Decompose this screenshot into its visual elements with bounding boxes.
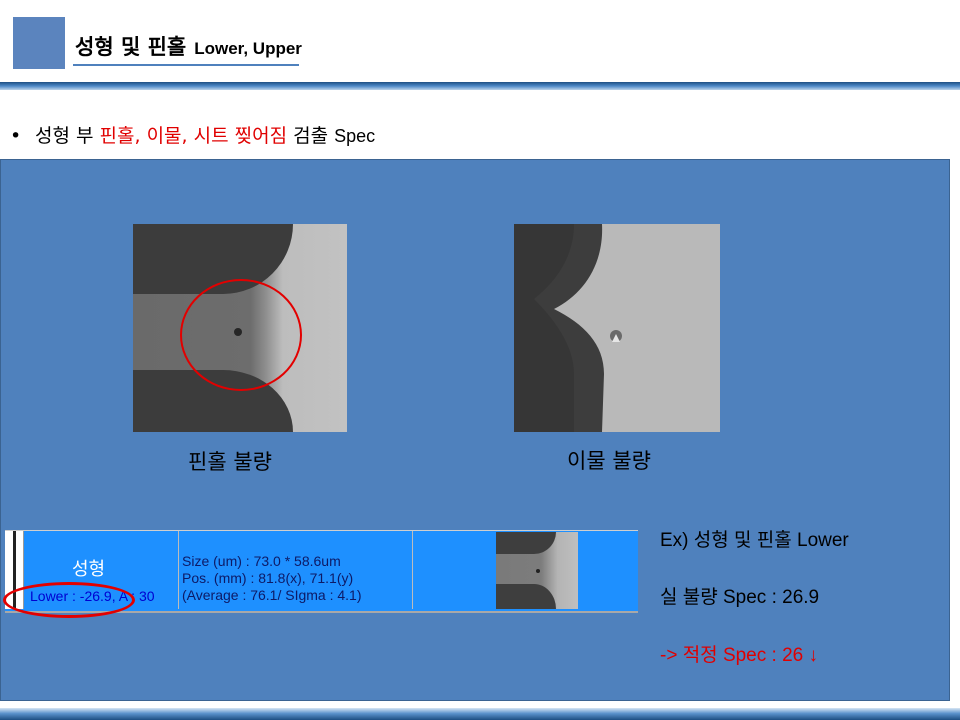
- title-subtitle: Lower, Upper: [194, 39, 302, 58]
- example-note: Ex) 성형 및 핀홀 Lower: [660, 530, 849, 551]
- bullet-text-2: 검출: [287, 125, 335, 147]
- result-info-cell: Size (um) : 73.0 * 58.6um Pos. (mm) : 81…: [178, 531, 413, 609]
- bullet-text-1: 성형 부: [35, 125, 100, 147]
- bullet-line: • 성형 부 핀홀, 이물, 시트 찢어짐 검출 Spec: [10, 121, 375, 148]
- page-title: 성형 및 핀홀 Lower, Upper: [75, 31, 302, 61]
- defect-highlight-circle: [180, 279, 302, 391]
- foreign-matter-caption: 이물 불량: [567, 449, 651, 473]
- pinhole-caption: 핀홀 불량: [188, 450, 272, 474]
- bullet-highlight: 핀홀, 이물, 시트 찢어짐: [99, 125, 288, 147]
- title-accent-square: [13, 17, 65, 69]
- result-thumbnail: [496, 532, 578, 609]
- bullet-dot-icon: •: [10, 125, 22, 147]
- title-main: 성형 및 핀홀: [75, 35, 187, 59]
- pinhole-defect-image: [133, 224, 347, 432]
- title-underline: [73, 64, 299, 66]
- result-size: Size (um) : 73.0 * 58.6um: [182, 553, 341, 569]
- bullet-text-3: Spec: [334, 126, 376, 146]
- proper-spec-note: -> 적정 Spec : 26 ↓: [660, 645, 818, 666]
- result-average: (Average : 76.1/ SIgma : 4.1): [182, 587, 362, 603]
- header-divider-band: [0, 82, 960, 90]
- footer-band: [0, 708, 960, 720]
- foreign-matter-defect-image: [514, 224, 720, 432]
- lower-value-highlight-oval: [3, 582, 135, 618]
- result-pos: Pos. (mm) : 81.8(x), 71.1(y): [182, 570, 354, 586]
- result-name: 성형: [72, 559, 106, 580]
- actual-spec-note: 실 불량 Spec : 26.9: [660, 587, 820, 608]
